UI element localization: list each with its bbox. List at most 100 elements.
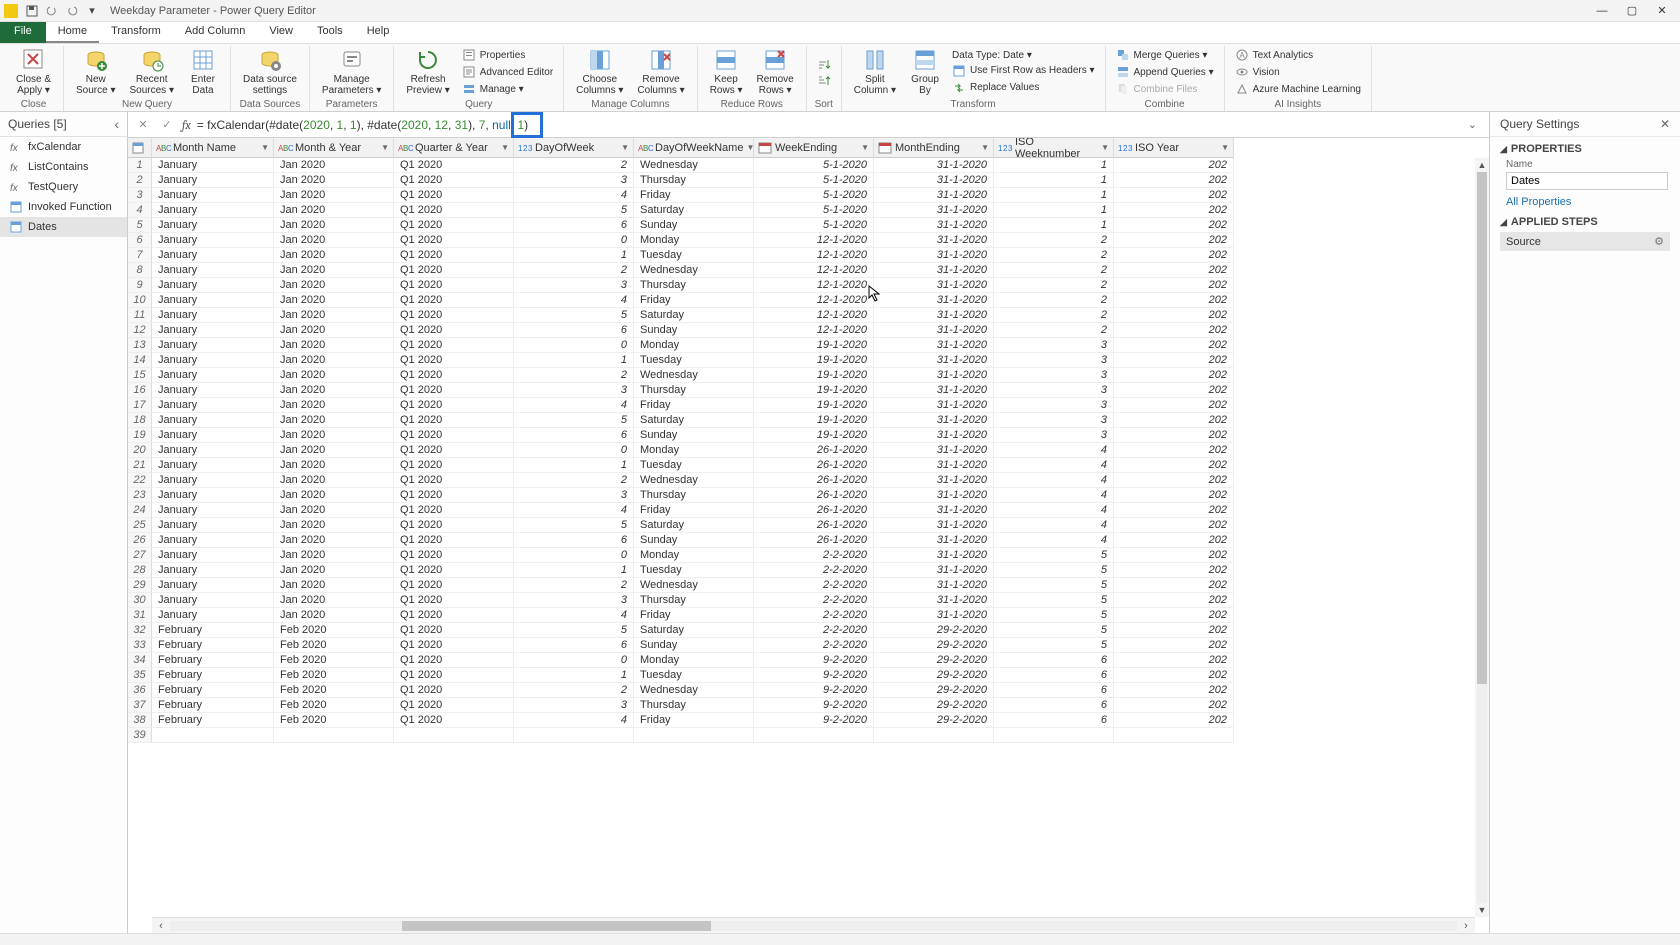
- enter-data-button[interactable]: EnterData: [182, 46, 224, 98]
- cell[interactable]: Sunday: [634, 428, 754, 443]
- cell[interactable]: 202: [1114, 698, 1234, 713]
- cell[interactable]: Jan 2020: [274, 533, 394, 548]
- cell[interactable]: January: [152, 368, 274, 383]
- row-number[interactable]: 11: [128, 308, 152, 323]
- cell[interactable]: 29-2-2020: [874, 683, 994, 698]
- row-number[interactable]: 37: [128, 698, 152, 713]
- cell[interactable]: January: [152, 593, 274, 608]
- row-number[interactable]: 10: [128, 293, 152, 308]
- cell[interactable]: Saturday: [634, 203, 754, 218]
- cell[interactable]: Q1 2020: [394, 398, 514, 413]
- first-row-headers-button[interactable]: Use First Row as Headers ▾: [948, 63, 1099, 79]
- cell[interactable]: Feb 2020: [274, 623, 394, 638]
- row-number[interactable]: 19: [128, 428, 152, 443]
- row-number[interactable]: 9: [128, 278, 152, 293]
- cell[interactable]: Saturday: [634, 308, 754, 323]
- cell[interactable]: Jan 2020: [274, 563, 394, 578]
- cell[interactable]: February: [152, 698, 274, 713]
- cell[interactable]: 29-2-2020: [874, 623, 994, 638]
- cell[interactable]: 31-1-2020: [874, 203, 994, 218]
- cell[interactable]: Jan 2020: [274, 503, 394, 518]
- cell[interactable]: Q1 2020: [394, 263, 514, 278]
- cell[interactable]: [994, 728, 1114, 743]
- row-number[interactable]: 1: [128, 158, 152, 173]
- scroll-down-icon[interactable]: ▼: [1475, 903, 1489, 917]
- cell[interactable]: 2: [514, 683, 634, 698]
- cell[interactable]: [152, 728, 274, 743]
- cell[interactable]: Q1 2020: [394, 713, 514, 728]
- cell[interactable]: 4: [514, 608, 634, 623]
- remove-columns-button[interactable]: RemoveColumns ▾: [631, 46, 690, 98]
- column-filter-icon[interactable]: ▼: [501, 143, 509, 152]
- cell[interactable]: Q1 2020: [394, 293, 514, 308]
- cell[interactable]: Feb 2020: [274, 668, 394, 683]
- cell[interactable]: January: [152, 158, 274, 173]
- formula-expand-button[interactable]: ⌄: [1462, 118, 1483, 131]
- cell[interactable]: Thursday: [634, 698, 754, 713]
- cell[interactable]: 19-1-2020: [754, 338, 874, 353]
- cell[interactable]: 1: [514, 668, 634, 683]
- row-number[interactable]: 3: [128, 188, 152, 203]
- cell[interactable]: 5-1-2020: [754, 203, 874, 218]
- row-number[interactable]: 24: [128, 503, 152, 518]
- recent-sources-button[interactable]: RecentSources ▾: [124, 46, 180, 98]
- cell[interactable]: Q1 2020: [394, 698, 514, 713]
- cell[interactable]: Jan 2020: [274, 248, 394, 263]
- cell[interactable]: Sunday: [634, 533, 754, 548]
- cell[interactable]: Jan 2020: [274, 458, 394, 473]
- cell[interactable]: 202: [1114, 548, 1234, 563]
- column-header[interactable]: 123ISO Year▼: [1114, 138, 1234, 158]
- cell[interactable]: 26-1-2020: [754, 443, 874, 458]
- cell[interactable]: 2: [994, 308, 1114, 323]
- row-number[interactable]: 28: [128, 563, 152, 578]
- column-header[interactable]: ABCMonth Name▼: [152, 138, 274, 158]
- column-filter-icon[interactable]: ▼: [381, 143, 389, 152]
- cell[interactable]: Jan 2020: [274, 428, 394, 443]
- cell[interactable]: January: [152, 218, 274, 233]
- cell[interactable]: February: [152, 653, 274, 668]
- cell[interactable]: 31-1-2020: [874, 413, 994, 428]
- cell[interactable]: Wednesday: [634, 578, 754, 593]
- cell[interactable]: Tuesday: [634, 563, 754, 578]
- cell[interactable]: 202: [1114, 458, 1234, 473]
- cell[interactable]: [514, 728, 634, 743]
- cell[interactable]: 202: [1114, 443, 1234, 458]
- query-item-testquery[interactable]: fxTestQuery: [0, 177, 127, 197]
- cell[interactable]: Jan 2020: [274, 353, 394, 368]
- sort-asc-button[interactable]: [813, 56, 835, 72]
- cell[interactable]: Q1 2020: [394, 278, 514, 293]
- cell[interactable]: Monday: [634, 233, 754, 248]
- cell[interactable]: 1: [994, 173, 1114, 188]
- cell[interactable]: Jan 2020: [274, 263, 394, 278]
- formula-confirm-button[interactable]: ✓: [158, 116, 176, 134]
- query-item-listcontains[interactable]: fxListContains: [0, 157, 127, 177]
- cell[interactable]: 29-2-2020: [874, 653, 994, 668]
- column-header[interactable]: ABCDayOfWeekName▼: [634, 138, 754, 158]
- cell[interactable]: February: [152, 623, 274, 638]
- cell[interactable]: Jan 2020: [274, 488, 394, 503]
- cell[interactable]: 4: [994, 443, 1114, 458]
- column-header[interactable]: WeekEnding▼: [754, 138, 874, 158]
- cell[interactable]: 2-2-2020: [754, 593, 874, 608]
- scroll-right-icon[interactable]: ›: [1457, 920, 1475, 932]
- cell[interactable]: 3: [514, 173, 634, 188]
- row-number[interactable]: 15: [128, 368, 152, 383]
- cell[interactable]: 0: [514, 338, 634, 353]
- column-header[interactable]: 123DayOfWeek▼: [514, 138, 634, 158]
- cell[interactable]: 31-1-2020: [874, 158, 994, 173]
- cell[interactable]: 31-1-2020: [874, 188, 994, 203]
- cell[interactable]: Friday: [634, 503, 754, 518]
- scroll-up-icon[interactable]: ▲: [1475, 158, 1489, 172]
- cell[interactable]: 26-1-2020: [754, 518, 874, 533]
- cell[interactable]: 2-2-2020: [754, 578, 874, 593]
- cell[interactable]: Friday: [634, 713, 754, 728]
- cell[interactable]: 0: [514, 548, 634, 563]
- cell[interactable]: Monday: [634, 653, 754, 668]
- row-number[interactable]: 33: [128, 638, 152, 653]
- cell[interactable]: Jan 2020: [274, 398, 394, 413]
- cell[interactable]: 202: [1114, 188, 1234, 203]
- cell[interactable]: 3: [514, 488, 634, 503]
- cell[interactable]: 2-2-2020: [754, 623, 874, 638]
- cell[interactable]: Friday: [634, 398, 754, 413]
- row-number[interactable]: 2: [128, 173, 152, 188]
